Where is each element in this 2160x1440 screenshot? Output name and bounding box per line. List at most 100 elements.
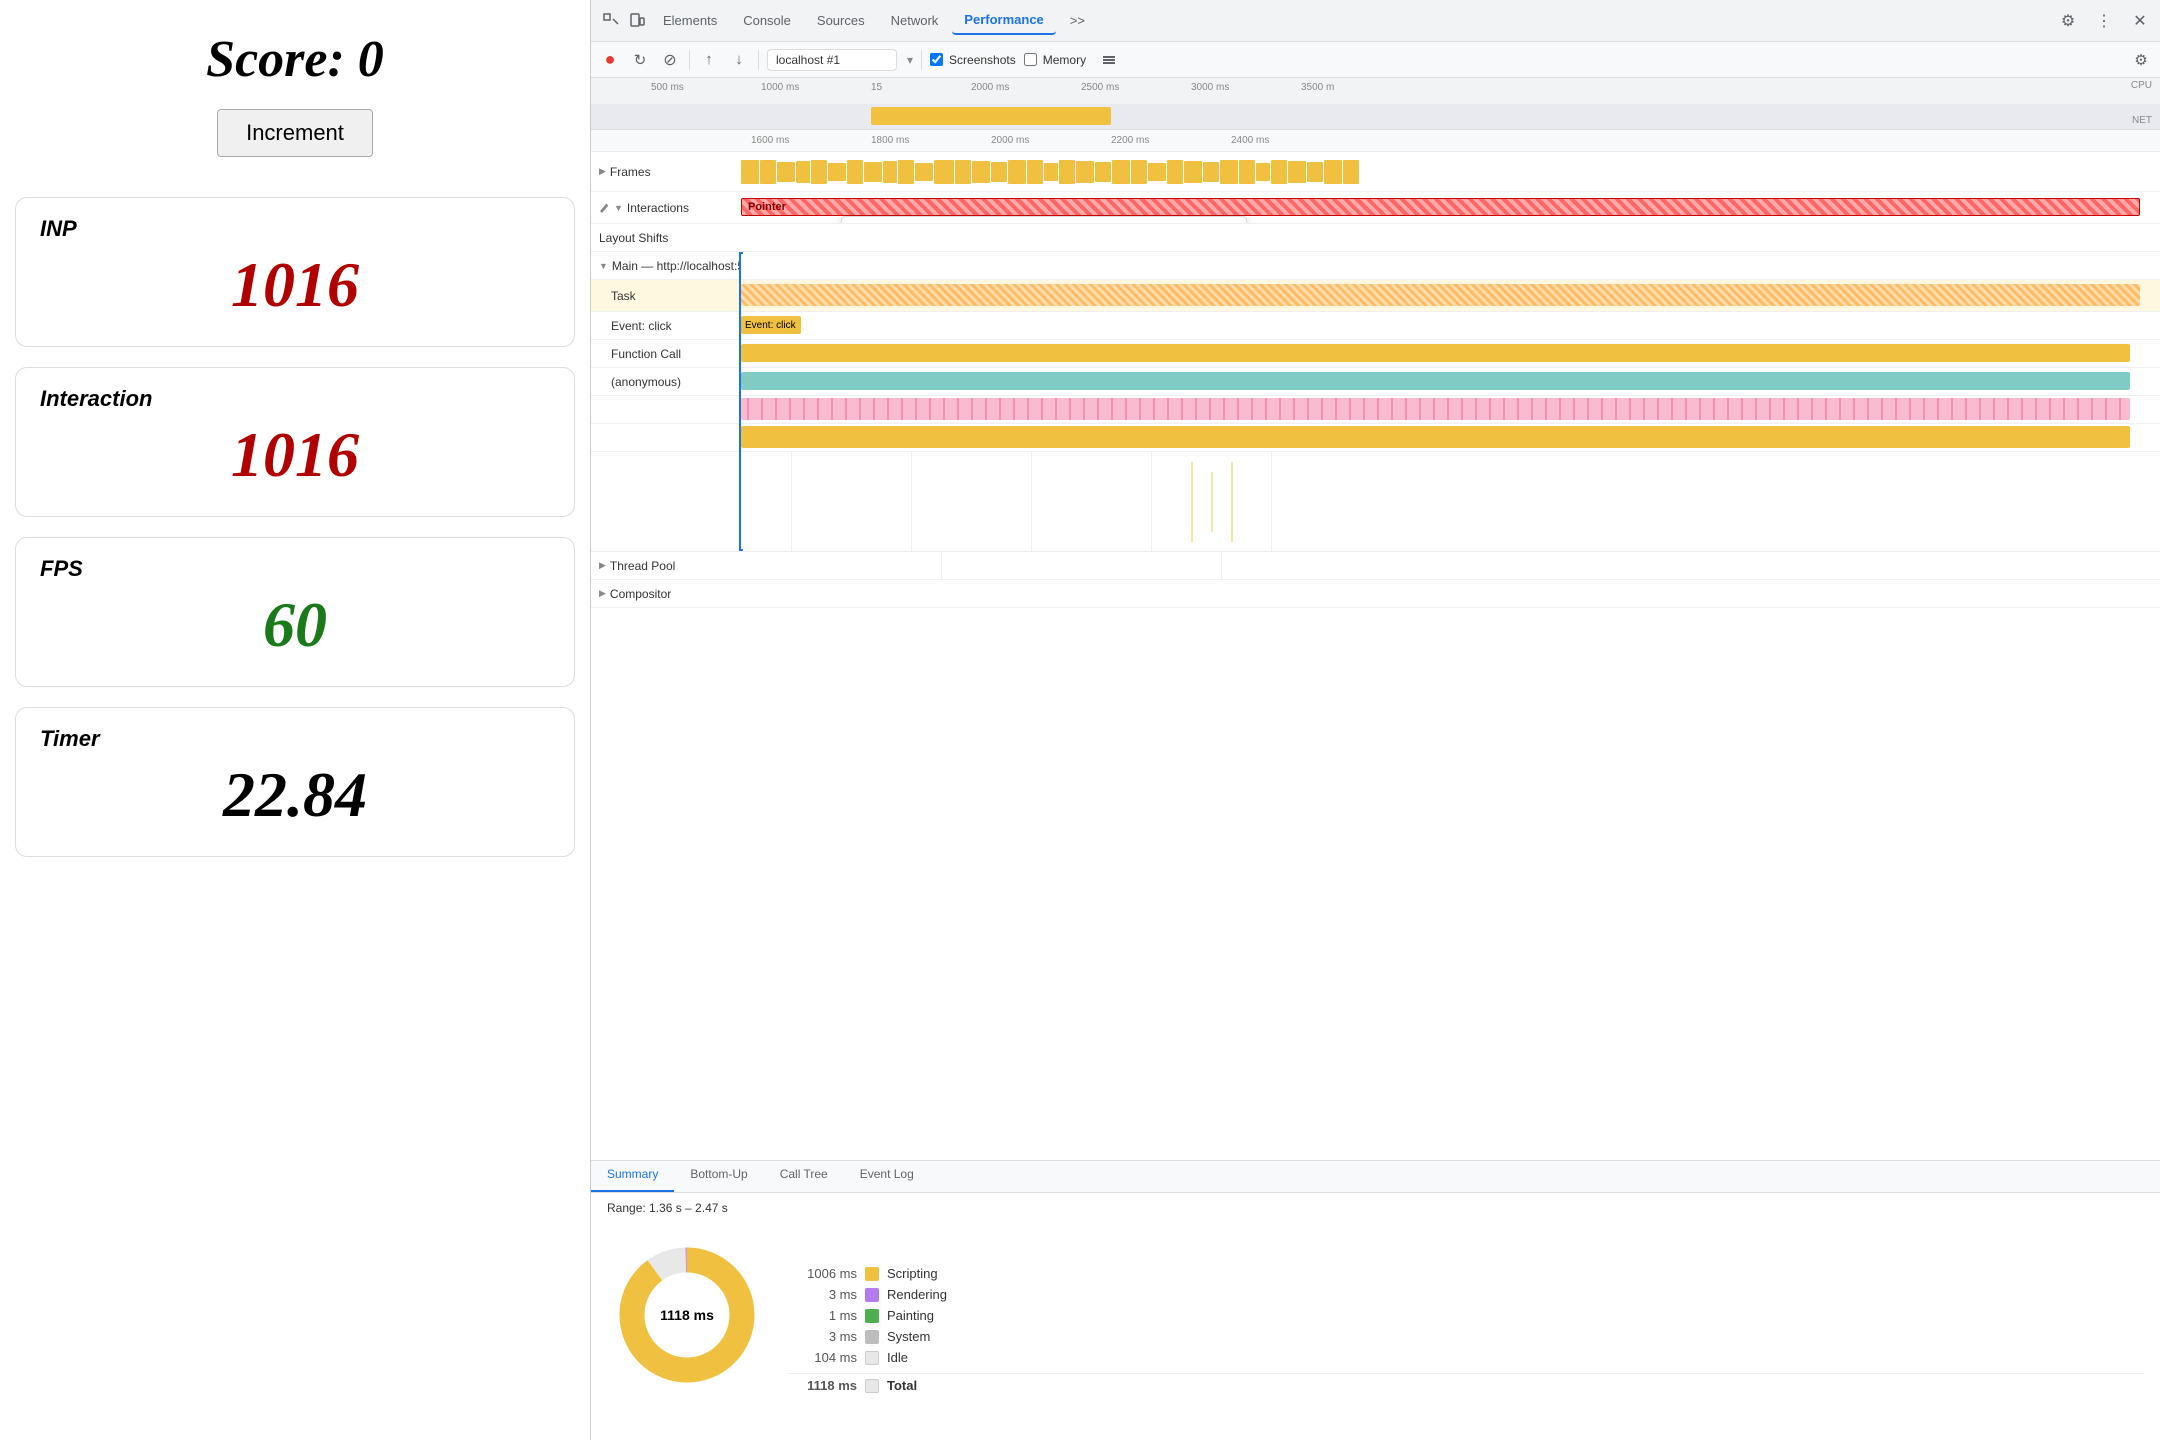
tab-console[interactable]: Console — [731, 7, 803, 34]
layout-shifts-track: Layout Shifts — [591, 224, 2160, 252]
url-selector[interactable]: localhost #1 — [767, 49, 897, 71]
frame-block — [1008, 160, 1026, 184]
main-arrow[interactable]: ▼ — [599, 261, 608, 271]
layout-shifts-content — [741, 224, 2160, 251]
frames-track-label[interactable]: ▶ Frames — [591, 165, 741, 179]
frame-block — [796, 161, 810, 183]
task-track-row: Task — [591, 280, 2160, 312]
device-icon[interactable] — [625, 9, 649, 33]
vtick-4 — [1151, 452, 1152, 551]
screenshots-checkbox[interactable] — [930, 53, 943, 66]
tab-performance[interactable]: Performance — [952, 6, 1055, 35]
screenshots-checkbox-group: Screenshots — [930, 53, 1016, 67]
anonymous-content — [741, 368, 2160, 395]
frame-block — [1288, 161, 1306, 183]
frame-block — [847, 160, 863, 184]
tab-summary[interactable]: Summary — [591, 1161, 674, 1192]
time-tick-1600: 1600 ms — [751, 135, 789, 146]
net-label: NET — [2132, 115, 2152, 126]
timeline-area[interactable]: 1600 ms 1800 ms 2000 ms 2200 ms 2400 ms … — [591, 130, 2160, 1160]
yellow-continuation-bar — [741, 426, 2130, 448]
system-dot — [865, 1330, 879, 1344]
event-click-label-text: Event: click — [611, 319, 672, 333]
frame-block — [1148, 163, 1166, 181]
frame-block — [1167, 160, 1183, 184]
upload-button[interactable]: ↑ — [698, 49, 720, 71]
tab-event-log[interactable]: Event Log — [844, 1161, 930, 1192]
record-button[interactable]: ● — [599, 49, 621, 71]
download-button[interactable]: ↓ — [728, 49, 750, 71]
thread-pool-arrow[interactable]: ▶ — [599, 560, 606, 571]
interactions-arrow[interactable]: ▼ — [614, 203, 623, 213]
interaction-value: 1016 — [40, 418, 550, 492]
main-bracket — [739, 252, 743, 551]
main-thread-empty — [591, 452, 2160, 551]
capture-settings-icon[interactable] — [1098, 49, 1120, 71]
legend-scripting: 1006 ms Scripting — [787, 1266, 2144, 1281]
total-dot — [865, 1379, 879, 1393]
tab-bottom-up[interactable]: Bottom-Up — [674, 1161, 763, 1192]
thread-pool-label-text: Thread Pool — [610, 559, 675, 573]
donut-center-label: 1118 ms — [660, 1307, 714, 1323]
timer-label: Timer — [40, 726, 550, 752]
frame-block — [1271, 160, 1287, 184]
tab-call-tree[interactable]: Call Tree — [764, 1161, 844, 1192]
more-icon[interactable]: ⋮ — [2092, 9, 2116, 33]
frame-block — [777, 162, 795, 182]
timeline-time-header: 1600 ms 1800 ms 2000 ms 2200 ms 2400 ms — [591, 130, 2160, 152]
frame-block — [760, 160, 776, 184]
devtools-topbar: Elements Console Sources Network Perform… — [591, 0, 2160, 42]
tick-1500ms: 15 — [871, 82, 882, 93]
interactions-track-label[interactable]: ▼ Interactions — [591, 201, 741, 215]
legend-idle-val: 104 ms — [787, 1350, 857, 1365]
tp-vtick — [941, 552, 942, 579]
tick-2500ms: 2500 ms — [1081, 82, 1119, 93]
inspector-icon[interactable] — [599, 9, 623, 33]
tick-1000ms: 1000 ms — [761, 82, 799, 93]
compositor-arrow[interactable]: ▶ — [599, 588, 606, 599]
compositor-content — [741, 580, 2160, 607]
frame-block — [1239, 160, 1255, 184]
frames-arrow[interactable]: ▶ — [599, 166, 606, 177]
timer-value: 22.84 — [40, 758, 550, 832]
pink-bar-row — [591, 396, 2160, 424]
frame-block — [1059, 160, 1075, 184]
cpu-label: CPU — [2131, 80, 2152, 91]
pink-bar — [741, 398, 2130, 420]
devtools-icons-right: ⚙ ⋮ ✕ — [2056, 9, 2152, 33]
increment-button[interactable]: Increment — [217, 109, 373, 157]
layout-shifts-label: Layout Shifts — [591, 231, 741, 245]
layout-shifts-label-text: Layout Shifts — [599, 231, 668, 245]
fps-value: 60 — [40, 588, 550, 662]
task-bar — [741, 284, 2140, 306]
tab-network[interactable]: Network — [879, 7, 951, 34]
close-icon[interactable]: ✕ — [2128, 9, 2152, 33]
function-call-content — [741, 340, 2160, 367]
settings-gear-icon[interactable]: ⚙ — [2056, 9, 2080, 33]
perf-settings-icon[interactable]: ⚙ — [2130, 49, 2152, 71]
frame-block — [1307, 162, 1323, 182]
legend-rendering-val: 3 ms — [787, 1287, 857, 1302]
scripting-dot — [865, 1267, 879, 1281]
anonymous-bar — [741, 372, 2130, 390]
compositor-label[interactable]: ▶ Compositor — [591, 587, 741, 601]
main-track-label[interactable]: ▼ Main — http://localhost:51 — [591, 259, 741, 273]
clear-button[interactable]: ⊘ — [659, 49, 681, 71]
memory-checkbox[interactable] — [1024, 53, 1037, 66]
painting-dot — [865, 1309, 879, 1323]
legend-painting: 1 ms Painting — [787, 1308, 2144, 1323]
pointer-interaction-bar[interactable]: Pointer — [741, 198, 2140, 216]
reload-button[interactable]: ↻ — [629, 49, 651, 71]
thread-pool-label[interactable]: ▶ Thread Pool — [591, 559, 741, 573]
legend-system-val: 3 ms — [787, 1329, 857, 1344]
memory-checkbox-group: Memory — [1024, 53, 1086, 67]
frame-block — [864, 162, 882, 182]
frame-block — [1256, 163, 1270, 181]
system-name: System — [887, 1329, 930, 1344]
tab-elements[interactable]: Elements — [651, 7, 729, 34]
tab-sources[interactable]: Sources — [805, 7, 877, 34]
pink-bar-content — [741, 396, 2160, 423]
legend-total-val: 1118 ms — [787, 1378, 857, 1393]
idle-dot — [865, 1351, 879, 1365]
tab-more[interactable]: >> — [1058, 7, 1097, 34]
